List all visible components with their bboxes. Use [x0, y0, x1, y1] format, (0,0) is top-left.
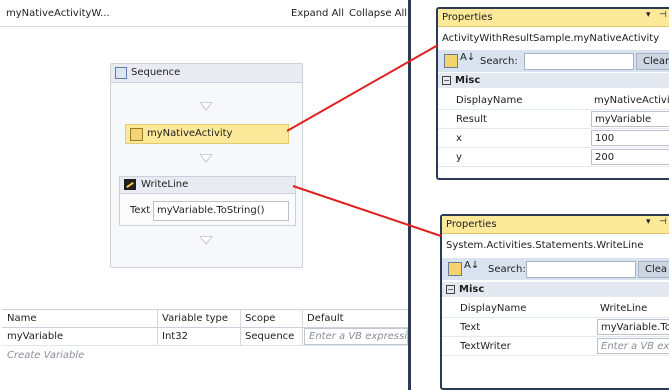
collapse-all-link[interactable]: Collapse All: [349, 8, 407, 19]
designer-border: [408, 0, 411, 390]
col-header-type[interactable]: Variable type: [162, 313, 228, 324]
property-row[interactable]: x 100: [438, 129, 669, 148]
property-name: y: [456, 152, 462, 163]
collapse-icon[interactable]: −: [446, 285, 455, 294]
col-header-name[interactable]: Name: [7, 313, 37, 324]
properties-subject: ActivityWithResultSample.myNativeActivit…: [442, 33, 660, 44]
clear-label: Clear: [643, 56, 669, 67]
properties-subject-bar: ActivityWithResultSample.myNativeActivit…: [438, 28, 669, 46]
search-label: Search:: [488, 264, 526, 275]
sort-alpha-icon[interactable]: A↓: [464, 260, 479, 271]
property-name: x: [456, 133, 462, 144]
properties-search-input[interactable]: [526, 261, 636, 278]
dropdown-arrow-icon[interactable]: ▾: [646, 217, 651, 227]
property-value[interactable]: myNativeActivit: [594, 95, 669, 106]
property-value-input[interactable]: myVariable: [591, 111, 669, 127]
activity-icon: [130, 128, 143, 141]
properties-toolbar: A↓ Search: Clear: [438, 50, 669, 72]
writeline-label: WriteLine: [141, 179, 189, 190]
pin-icon[interactable]: ⊣: [659, 217, 667, 227]
properties-title: Properties: [442, 12, 493, 23]
property-row[interactable]: y 200: [438, 148, 669, 167]
property-name: DisplayName: [460, 303, 527, 314]
sequence-label: Sequence: [131, 67, 181, 78]
property-value: 100: [595, 133, 615, 144]
property-row[interactable]: DisplayName myNativeActivit: [438, 91, 669, 110]
property-row[interactable]: Result myVariable: [438, 110, 669, 129]
properties-title: Properties: [446, 219, 497, 230]
categorized-icon[interactable]: [444, 54, 458, 68]
variable-default-placeholder: Enter a VB expressic: [309, 331, 408, 342]
property-value-input[interactable]: Enter a VB exp: [597, 338, 669, 354]
property-value-input[interactable]: 200: [591, 149, 669, 165]
writeline-activity[interactable]: WriteLine Text myVariable.ToString(): [119, 176, 296, 226]
native-activity-label: myNativeActivity: [147, 128, 233, 139]
property-value-input[interactable]: myVariable.To: [597, 319, 669, 335]
sequence-header: Sequence: [111, 64, 302, 83]
variable-default-input[interactable]: Enter a VB expressic: [304, 328, 408, 345]
properties-subject-bar: System.Activities.Statements.WriteLine: [442, 235, 669, 253]
sequence-icon: [115, 67, 127, 79]
create-variable-link[interactable]: Create Variable: [7, 350, 84, 361]
category-label: Misc: [459, 284, 485, 295]
drop-target-arrow[interactable]: [199, 154, 213, 163]
col-header-scope[interactable]: Scope: [245, 313, 275, 324]
properties-panel-bottom: Properties ▾ ⊣ System.Activities.Stateme…: [440, 214, 669, 390]
dropdown-arrow-icon[interactable]: ▾: [646, 10, 651, 20]
category-row[interactable]: − Misc: [442, 282, 669, 297]
property-value: 200: [595, 152, 615, 163]
expand-all-link[interactable]: Expand All: [291, 8, 344, 19]
property-value: myVariable: [595, 114, 652, 125]
drop-target-arrow[interactable]: [199, 236, 213, 245]
properties-title-bar: Properties ▾ ⊣: [438, 9, 669, 27]
property-name: Text: [460, 322, 481, 333]
col-header-default[interactable]: Default: [307, 313, 344, 324]
text-expression-input[interactable]: myVariable.ToString(): [153, 201, 289, 221]
clear-label: Clea: [645, 264, 668, 275]
clear-button[interactable]: Clea: [638, 261, 669, 278]
properties-panel-top: Properties ▾ ⊣ ActivityWithResultSample.…: [436, 7, 669, 180]
clear-button[interactable]: Clear: [636, 53, 669, 70]
property-value-placeholder: Enter a VB exp: [601, 341, 669, 352]
pin-icon[interactable]: ⊣: [659, 10, 667, 20]
property-name: Result: [456, 114, 487, 125]
property-row[interactable]: DisplayName WriteLine: [442, 299, 669, 318]
text-expression-value: myVariable.ToString(): [157, 205, 265, 216]
properties-toolbar: A↓ Search: Clea: [442, 258, 669, 280]
property-name: DisplayName: [456, 95, 523, 106]
categorized-icon[interactable]: [448, 262, 462, 276]
collapse-icon[interactable]: −: [442, 76, 451, 85]
designer-title: myNativeActivityW...: [6, 8, 110, 19]
table-row[interactable]: myVariable Int32 Sequence Enter a VB exp…: [2, 327, 408, 346]
sort-alpha-icon[interactable]: A↓: [460, 52, 475, 63]
property-name: TextWriter: [460, 341, 511, 352]
variable-name-cell[interactable]: myVariable: [7, 331, 63, 342]
property-value-input[interactable]: 100: [591, 130, 669, 146]
workflow-designer: myNativeActivityW... Expand All Collapse…: [0, 0, 411, 390]
writeline-header: WriteLine: [120, 177, 295, 194]
native-activity[interactable]: myNativeActivity: [125, 124, 289, 144]
variables-grid: Name Variable type Scope Default myVaria…: [2, 309, 408, 369]
variable-type-cell[interactable]: Int32: [162, 331, 188, 342]
category-row[interactable]: − Misc: [438, 73, 669, 88]
property-row[interactable]: Text myVariable.To: [442, 318, 669, 337]
sequence-activity[interactable]: Sequence myNativeActivity WriteLine Text…: [110, 63, 303, 268]
variables-header-row: Name Variable type Scope Default: [2, 309, 408, 328]
writeline-icon: [124, 179, 136, 190]
search-label: Search:: [480, 56, 518, 67]
designer-header: myNativeActivityW... Expand All Collapse…: [0, 0, 410, 27]
properties-subject: System.Activities.Statements.WriteLine: [446, 240, 644, 251]
property-value: myVariable.To: [601, 322, 669, 333]
properties-search-input[interactable]: [524, 53, 634, 70]
category-label: Misc: [455, 75, 481, 86]
property-row[interactable]: TextWriter Enter a VB exp: [442, 337, 669, 356]
properties-title-bar: Properties ▾ ⊣: [442, 216, 669, 234]
property-value[interactable]: WriteLine: [600, 303, 647, 314]
text-field-label: Text: [130, 205, 151, 216]
drop-target-arrow[interactable]: [199, 102, 213, 111]
variable-scope-cell[interactable]: Sequence: [245, 331, 294, 342]
